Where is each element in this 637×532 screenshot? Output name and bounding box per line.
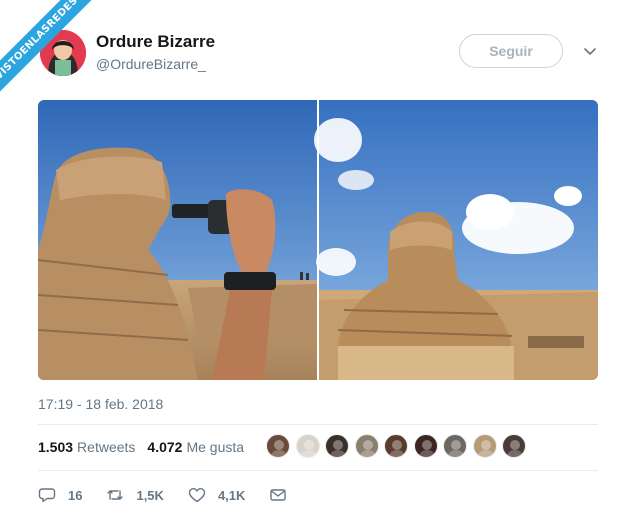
- retweet-count: 1,5K: [136, 487, 164, 503]
- divider: [38, 470, 598, 471]
- photo-right: [314, 100, 598, 380]
- likes-count[interactable]: 4.072: [147, 439, 182, 455]
- tweet-timestamp[interactable]: 17:19 - 18 feb. 2018: [38, 396, 163, 412]
- liker-avatar[interactable]: [502, 434, 526, 458]
- retweets-count[interactable]: 1.503: [38, 439, 73, 455]
- reply-count: 16: [68, 487, 83, 503]
- liker-avatar[interactable]: [413, 434, 438, 458]
- reply-icon: [38, 488, 56, 503]
- reply-button[interactable]: 16: [38, 486, 82, 504]
- dm-button[interactable]: [269, 486, 299, 504]
- follow-button[interactable]: Seguir: [459, 34, 563, 68]
- retweet-icon: [107, 490, 124, 500]
- watermark-text: VISTOENLASREDES: [0, 0, 105, 107]
- liker-avatar[interactable]: [443, 434, 467, 458]
- watermark-ribbon: VISTOENLASREDES: [0, 0, 120, 120]
- liker-avatar[interactable]: [295, 434, 320, 458]
- liker-avatar[interactable]: [325, 434, 349, 458]
- tweet-stats: 1.503 Retweets 4.072 Me gusta: [38, 439, 256, 455]
- liker-avatar[interactable]: [384, 434, 408, 458]
- photo-left: [38, 100, 317, 380]
- like-count: 4,1K: [217, 487, 246, 503]
- like-button[interactable]: 4,1K: [188, 486, 245, 504]
- likers-avatars: [266, 434, 532, 458]
- retweets-label[interactable]: Retweets: [77, 439, 135, 455]
- heart-icon: [188, 488, 206, 503]
- liker-avatar[interactable]: [472, 434, 497, 458]
- envelope-icon: [270, 489, 287, 501]
- retweet-button[interactable]: 1,5K: [106, 486, 164, 504]
- tweet-card: VISTOENLASREDES Ordure Bizarre @OrdureBi…: [0, 0, 637, 532]
- liker-avatar[interactable]: [354, 434, 379, 458]
- tweet-actions: 16 1,5K 4,1K: [38, 486, 323, 504]
- chevron-down-icon[interactable]: [583, 44, 597, 58]
- likes-label[interactable]: Me gusta: [186, 439, 244, 455]
- divider: [38, 424, 598, 425]
- liker-avatar[interactable]: [266, 434, 290, 458]
- tweet-media[interactable]: [38, 100, 598, 380]
